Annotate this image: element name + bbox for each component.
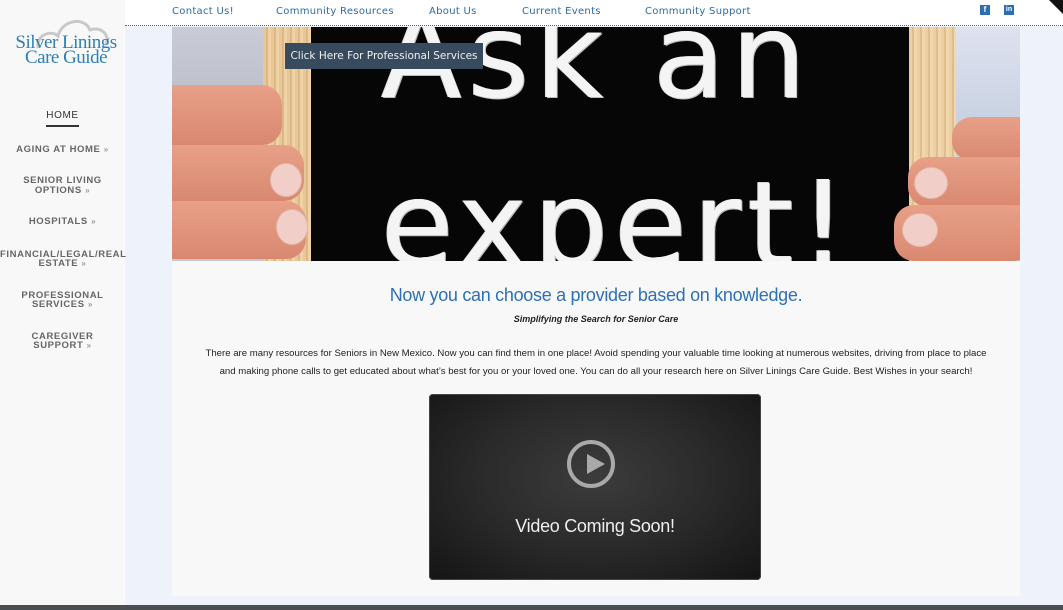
chevron-down-icon: » (81, 259, 87, 268)
video-placeholder[interactable]: Video Coming Soon! (429, 394, 761, 580)
sidebar-item-financial-legal-real-estate[interactable]: FINANCIAL/LEGAL/REAL ESTATE » (0, 249, 126, 269)
chevron-down-icon: » (91, 217, 97, 226)
sidebar-item-caregiver-support[interactable]: CAREGIVER SUPPORT » (0, 331, 125, 351)
video-label: Video Coming Soon! (515, 516, 675, 536)
window-bottom-edge (0, 605, 1063, 610)
top-nav: Contact Us! Community Resources About Us… (125, 0, 1063, 26)
chalk-text-line1: Ask an (381, 27, 813, 125)
nav-link-community-support[interactable]: Community Support (645, 6, 751, 17)
main-content: Ask an expert! Click Here For Profession… (172, 27, 1020, 596)
logo-line2: Care Guide (24, 47, 108, 68)
page-tagline: Simplifying the Search for Senior Care (513, 314, 679, 324)
chalk-text-line2: expert! (381, 155, 853, 261)
sidebar-item-hospitals[interactable]: HOSPITALS » (0, 217, 125, 227)
sidebar: Silver Linings Care Guide HOME AGING AT … (0, 0, 126, 610)
corner-fold-icon[interactable] (1049, 0, 1063, 14)
facebook-icon[interactable]: f (980, 5, 990, 15)
sidebar-item-home[interactable]: HOME (0, 111, 125, 127)
intro-paragraph: There are many resources for Seniors in … (205, 348, 987, 377)
chevron-down-icon: » (87, 300, 93, 309)
sidebar-item-senior-living-options[interactable]: SENIOR LIVING OPTIONS » (0, 176, 125, 195)
chevron-down-icon: » (85, 185, 91, 195)
chevron-down-icon: » (103, 144, 109, 154)
hero-image: Ask an expert! Click Here For Profession… (172, 27, 1020, 261)
professional-services-button[interactable]: Click Here For Professional Services (285, 43, 483, 69)
linkedin-icon[interactable]: in (1004, 5, 1014, 15)
chevron-down-icon: » (86, 341, 92, 350)
play-icon[interactable] (567, 440, 615, 488)
page-headline: Now you can choose a provider based on k… (389, 285, 803, 305)
nav-link-current-events[interactable]: Current Events (522, 6, 601, 17)
nav-link-community-resources[interactable]: Community Resources (276, 6, 394, 17)
site-logo[interactable]: Silver Linings Care Guide (6, 12, 118, 87)
sidebar-nav: HOME AGING AT HOME » SENIOR LIVING OPTIO… (0, 108, 126, 351)
sidebar-item-professional-services[interactable]: PROFESSIONAL SERVICES » (0, 290, 125, 310)
nav-link-contact-us[interactable]: Contact Us! (172, 6, 234, 17)
sidebar-item-aging-at-home[interactable]: AGING AT HOME » (0, 144, 125, 155)
nav-link-about-us[interactable]: About Us (429, 6, 477, 17)
